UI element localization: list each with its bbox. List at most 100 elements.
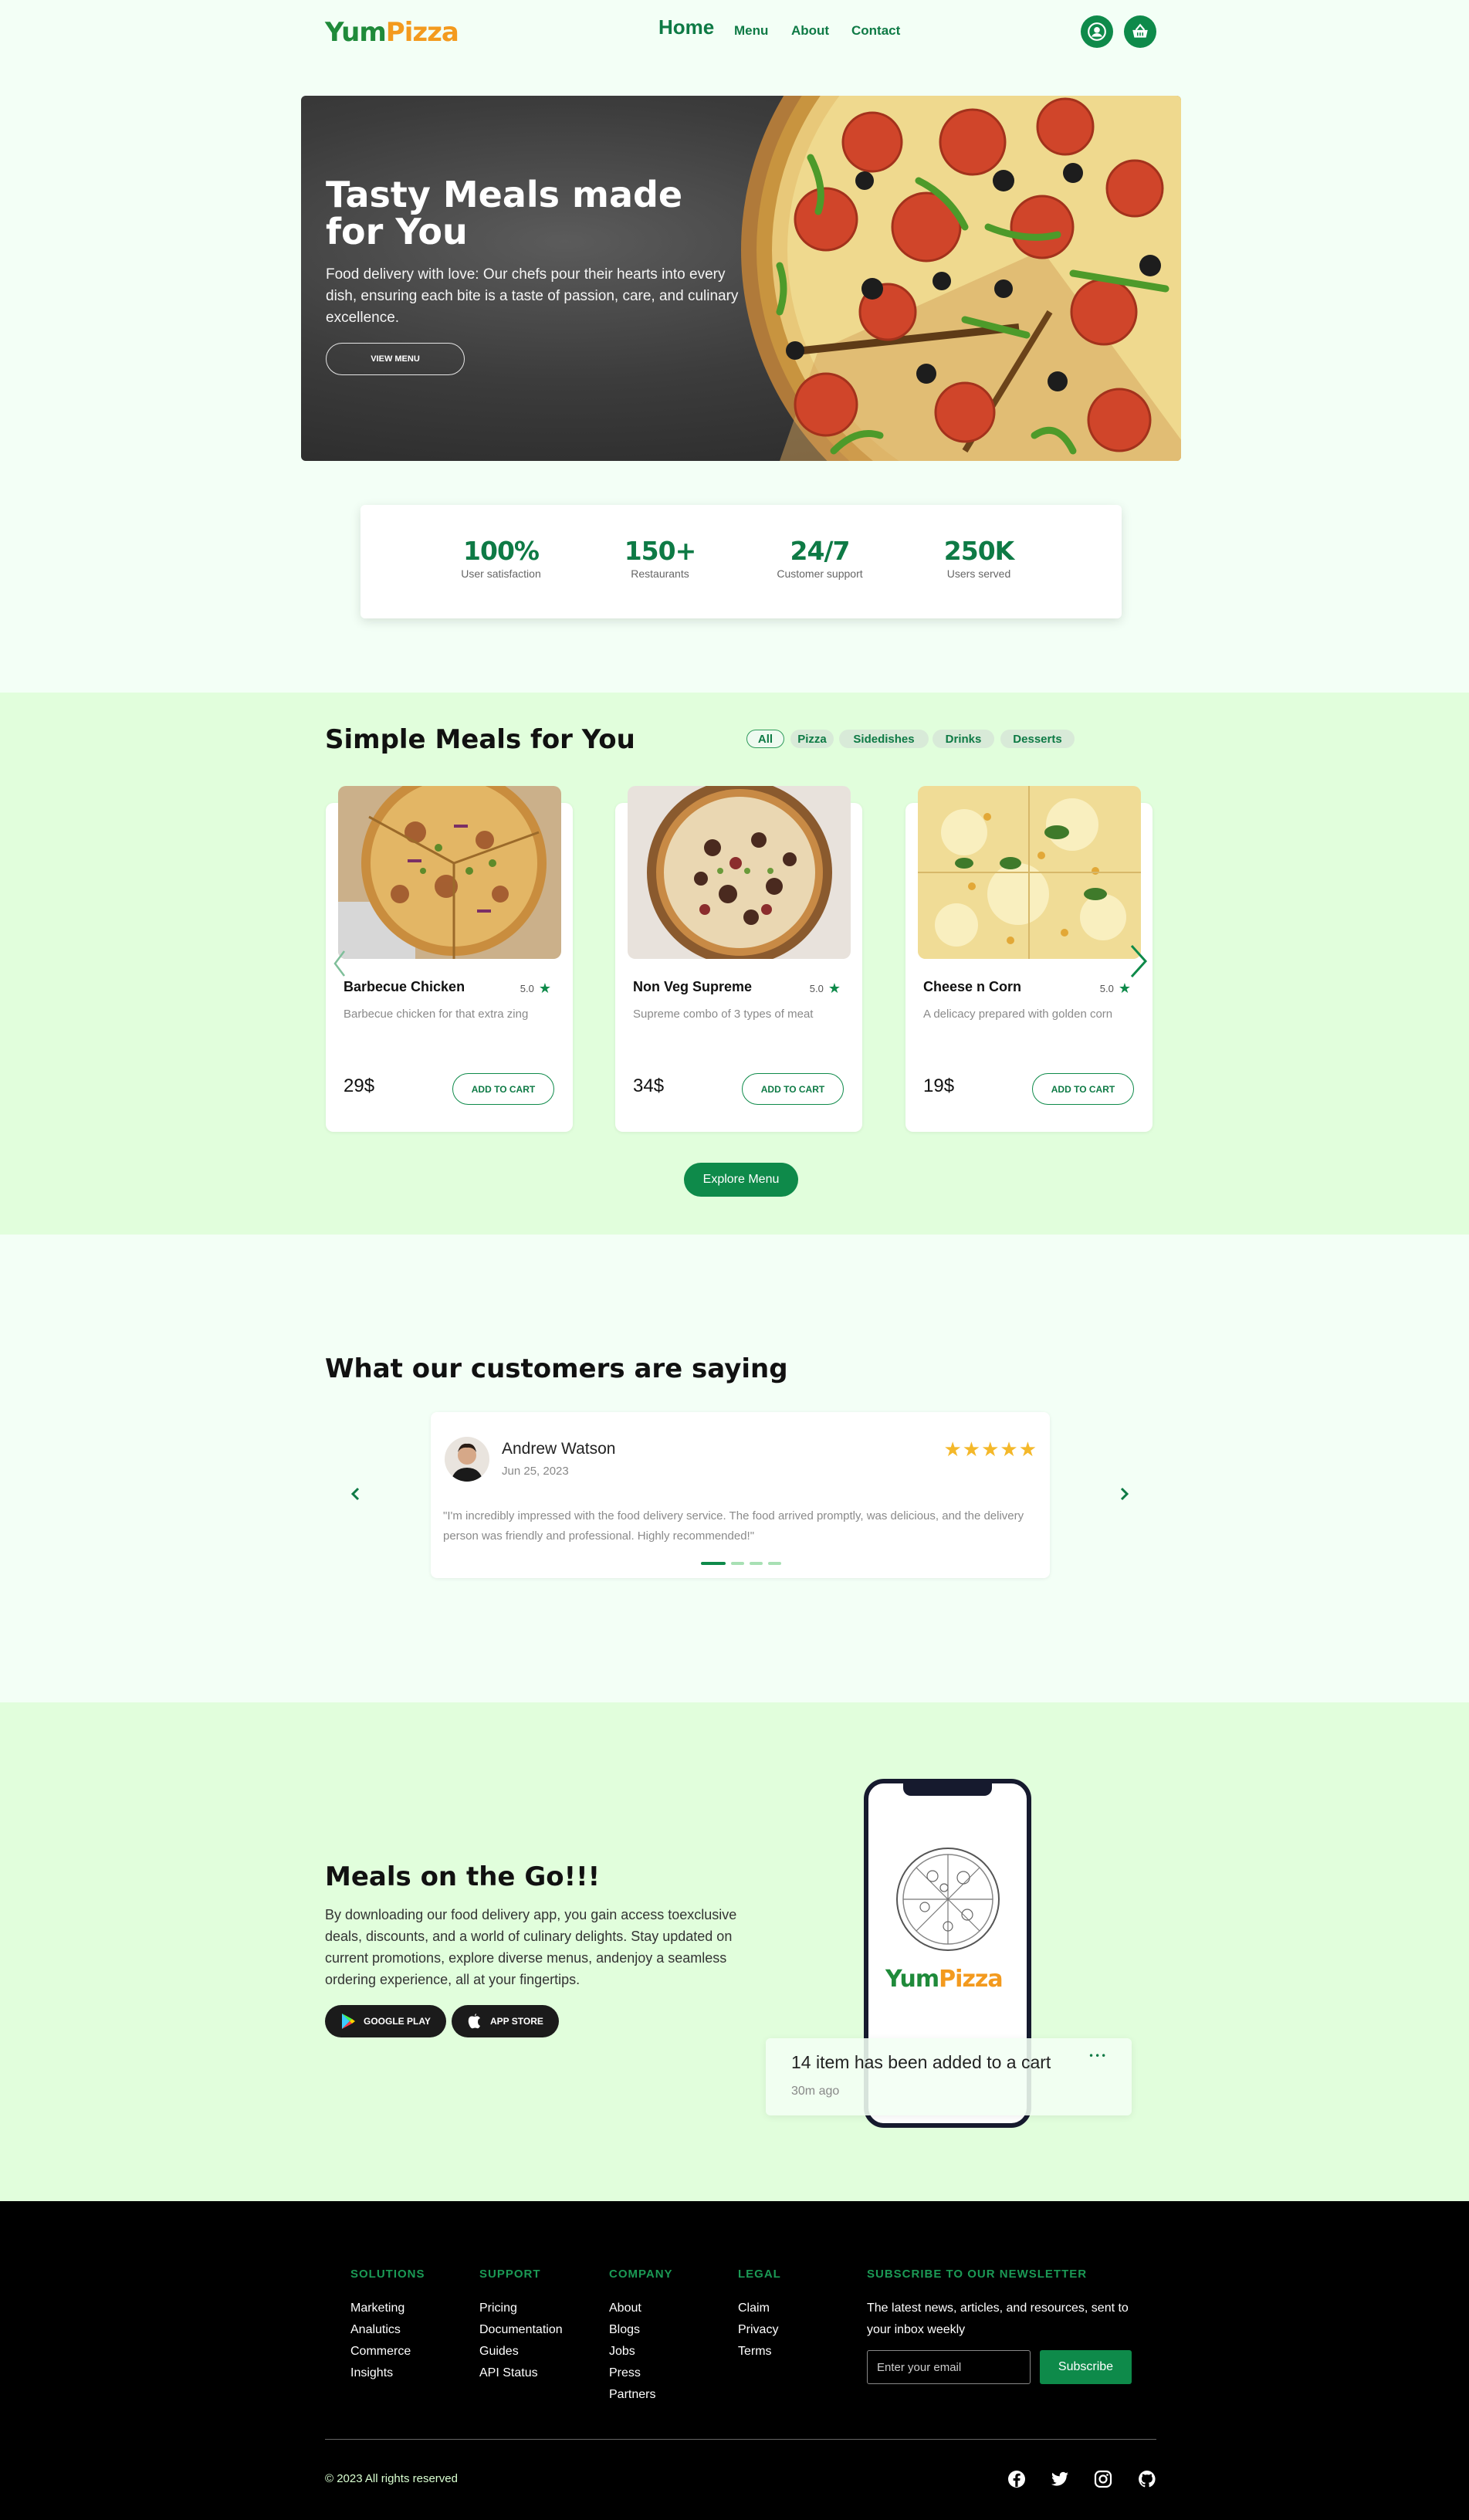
filter-desserts[interactable]: Desserts <box>1000 730 1075 748</box>
add-to-cart-button[interactable]: ADD TO CART <box>452 1073 554 1105</box>
footer-link[interactable]: Jobs <box>609 2341 655 2362</box>
review-quote: "I'm incredibly impressed with the food … <box>443 1509 1024 1543</box>
footer-list-company: About Blogs Jobs Press Partners <box>609 2298 655 2406</box>
account-button[interactable] <box>1081 15 1113 48</box>
footer-link[interactable]: API Status <box>479 2362 563 2384</box>
logo-pizza: Pizza <box>385 17 459 48</box>
logo-yum: Yum <box>325 17 387 48</box>
notification-text: 14 item has been added to a cart <box>791 2052 1051 2072</box>
add-to-cart-button[interactable]: ADD TO CART <box>742 1073 844 1105</box>
footer-heading-legal: LEGAL <box>738 2268 781 2281</box>
meal-price: 29$ <box>344 1075 375 1096</box>
newsletter-text: The latest news, articles, and resources… <box>867 2302 1129 2336</box>
basket-icon <box>1132 23 1148 38</box>
hero-title: Tasty Meals made for You <box>326 174 683 252</box>
chevron-left-icon <box>333 950 345 977</box>
footer-link[interactable]: About <box>609 2298 655 2319</box>
footer-link[interactable]: Terms <box>738 2341 778 2362</box>
facebook-icon[interactable] <box>1007 2470 1026 2488</box>
google-play-button[interactable]: GOOGLE PLAY <box>325 2005 446 2037</box>
meal-image <box>628 786 851 959</box>
meal-price: 19$ <box>923 1075 955 1096</box>
rating-value: 5.0 <box>520 983 534 994</box>
footer-link[interactable]: Documentation <box>479 2319 563 2341</box>
meals-title: Simple Meals for You <box>325 724 635 755</box>
stat-value: 150+ <box>624 536 697 566</box>
footer-link[interactable]: Commerce <box>350 2341 411 2362</box>
carousel-dot[interactable] <box>768 1562 781 1565</box>
stat-label: Restaurants <box>631 567 689 580</box>
meal-name: Non Veg Supreme <box>633 979 753 994</box>
nav-menu-link[interactable]: Menu <box>734 23 768 39</box>
app-store-button[interactable]: APP STORE <box>452 2005 559 2037</box>
star-icon: ★ <box>1118 981 1131 996</box>
stat-restaurants: 150+ Restaurants <box>598 536 722 580</box>
star-icon: ★ <box>538 981 551 996</box>
footer-link[interactable]: Marketing <box>350 2298 411 2319</box>
chevron-right-icon <box>1120 1487 1129 1501</box>
logo[interactable]: YumPizza <box>325 17 459 48</box>
filter-drinks[interactable]: Drinks <box>933 730 994 748</box>
newsletter-heading: SUBSCRIBE TO OUR NEWSLETTER <box>867 2268 1088 2281</box>
meal-rating: 5.0 ★ <box>810 981 841 997</box>
nav-about-link[interactable]: About <box>791 23 829 39</box>
footer-link[interactable]: Guides <box>479 2341 563 2362</box>
meal-image <box>918 786 1141 959</box>
explore-menu-button[interactable]: Explore Menu <box>684 1163 798 1197</box>
testimonials-title: What our customers are saying <box>325 1353 788 1384</box>
carousel-prev-button[interactable] <box>332 948 347 982</box>
nav-home-link[interactable]: Home <box>658 15 714 39</box>
rating-value: 5.0 <box>1099 983 1114 994</box>
filter-pizza[interactable]: Pizza <box>790 730 834 748</box>
meal-card: Barbecue Chicken 5.0 ★ Barbecue chicken f… <box>326 786 573 1132</box>
testimonial-next-button[interactable] <box>1115 1485 1133 1506</box>
stats-panel: 100% User satisfaction 150+ Restaurants … <box>360 505 1122 618</box>
testimonial-prev-button[interactable] <box>347 1485 365 1506</box>
meal-price: 34$ <box>633 1075 665 1096</box>
user-icon <box>1088 22 1106 41</box>
footer-link[interactable]: Blogs <box>609 2319 655 2341</box>
carousel-dot[interactable] <box>731 1562 744 1565</box>
more-options-icon[interactable]: ••• <box>1088 2051 1107 2061</box>
footer-link[interactable]: Privacy <box>738 2319 778 2341</box>
footer-link[interactable]: Pricing <box>479 2298 563 2319</box>
footer-divider <box>325 2439 1156 2440</box>
meal-description: Barbecue chicken for that extra zing <box>344 1008 529 1021</box>
footer-link[interactable]: Partners <box>609 2384 655 2406</box>
meal-name: Cheese n Corn <box>923 979 1022 994</box>
footer-link[interactable]: Claim <box>738 2298 778 2319</box>
nav-contact-link[interactable]: Contact <box>851 23 900 39</box>
hero-banner: Tasty Meals made for You Food delivery w… <box>301 96 1181 461</box>
instagram-icon[interactable] <box>1094 2470 1112 2488</box>
meal-name: Barbecue Chicken <box>344 979 465 994</box>
view-menu-button[interactable]: VIEW MENU <box>326 343 465 375</box>
stat-satisfaction: 100% User satisfaction <box>439 536 563 580</box>
pizza-sketch-icon <box>896 1848 1000 1951</box>
phone-logo-yum: Yum <box>885 1966 939 1993</box>
carousel-next-button[interactable] <box>1129 943 1149 983</box>
footer-link[interactable]: Analutics <box>350 2319 411 2341</box>
filter-sidedishes[interactable]: Sidedishes <box>839 730 929 748</box>
avatar <box>445 1437 489 1482</box>
twitter-icon[interactable] <box>1051 2470 1069 2488</box>
subscribe-button[interactable]: Subscribe <box>1040 2350 1132 2384</box>
github-icon[interactable] <box>1138 2470 1156 2488</box>
carousel-dot[interactable] <box>750 1562 763 1565</box>
footer-link[interactable]: Press <box>609 2362 655 2384</box>
star-icon: ★ <box>828 981 841 996</box>
meal-card: Non Veg Supreme 5.0 ★ Supreme combo of 3 … <box>615 786 862 1132</box>
stat-label: Users served <box>946 567 1011 580</box>
carousel-dot-active[interactable] <box>701 1562 726 1565</box>
app-store-label: APP STORE <box>490 2016 543 2027</box>
stat-value: 100% <box>463 536 540 566</box>
email-input[interactable]: Enter your email <box>867 2350 1031 2384</box>
stat-support: 24/7 Customer support <box>758 536 882 580</box>
filter-all[interactable]: All <box>746 730 784 748</box>
stat-users: 250K Users served <box>917 536 1041 580</box>
footer <box>0 2201 1469 2520</box>
add-to-cart-button[interactable]: ADD TO CART <box>1032 1073 1134 1105</box>
footer-link[interactable]: Insights <box>350 2362 411 2384</box>
footer-list-legal: Claim Privacy Terms <box>738 2298 778 2362</box>
footer-heading-solutions: SOLUTIONS <box>350 2268 425 2281</box>
cart-button[interactable] <box>1124 15 1156 48</box>
